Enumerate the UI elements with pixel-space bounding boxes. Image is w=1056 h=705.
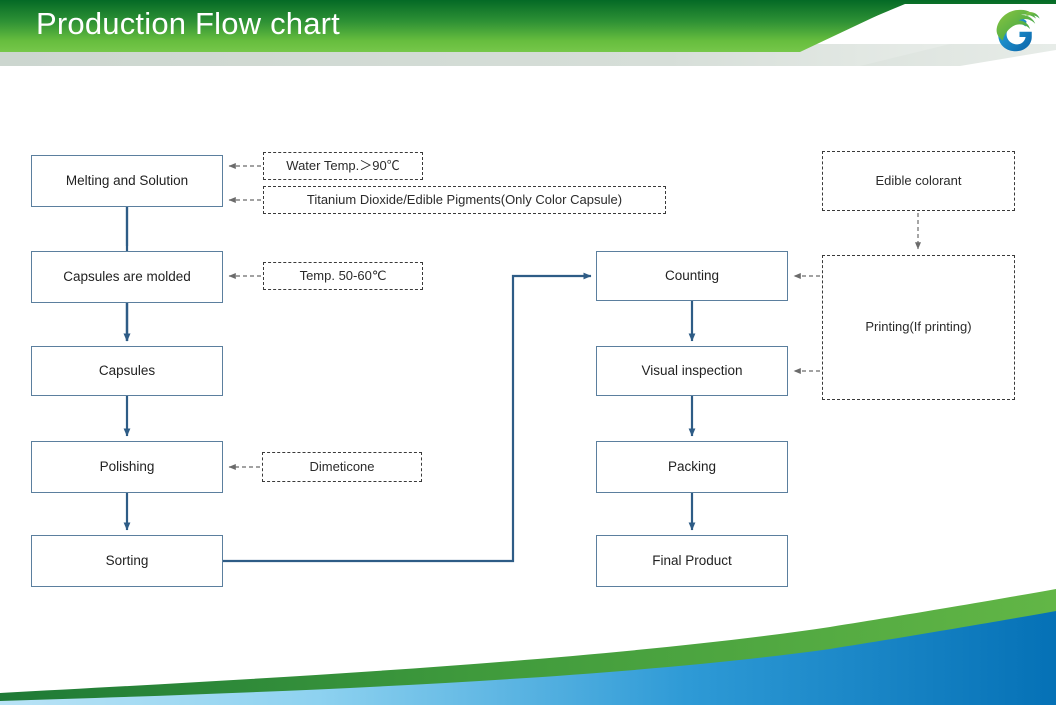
footer-wave-decoration [0, 589, 1056, 705]
annotation-label: Titanium Dioxide/Edible Pigments(Only Co… [306, 191, 623, 207]
header-banner: Production Flow chart [0, 0, 1056, 66]
process-node-visual-inspection[interactable]: Visual inspection [596, 346, 788, 396]
node-label: Melting and Solution [65, 172, 189, 188]
process-node-counting[interactable]: Counting [596, 251, 788, 301]
process-node-polishing[interactable]: Polishing [31, 441, 223, 493]
annotation-temp-50-60[interactable]: Temp. 50-60℃ [263, 262, 423, 290]
annotation-titanium-dioxide[interactable]: Titanium Dioxide/Edible Pigments(Only Co… [263, 186, 666, 214]
process-node-sorting[interactable]: Sorting [31, 535, 223, 587]
node-label: Capsules are molded [63, 268, 191, 284]
node-label: Capsules [98, 362, 156, 378]
process-node-capsules-are-molded[interactable]: Capsules are molded [31, 251, 223, 303]
node-label: Counting [664, 267, 720, 283]
annotation-dimeticone[interactable]: Dimeticone [262, 452, 422, 482]
node-label: Packing [667, 458, 717, 474]
node-label: Final Product [652, 552, 732, 568]
annotation-label: Dimeticone [309, 458, 375, 474]
page-title: Production Flow chart [36, 6, 340, 41]
node-label: Visual inspection [641, 362, 743, 378]
annotation-printing[interactable]: Printing(If printing) [822, 255, 1015, 400]
process-node-final-product[interactable]: Final Product [596, 535, 788, 587]
annotation-label: Printing(If printing) [865, 319, 972, 335]
annotation-label: Water Temp.＞90℃ [286, 157, 400, 173]
annotation-edible-colorant[interactable]: Edible colorant [822, 151, 1015, 211]
annotation-label: Temp. 50-60℃ [299, 267, 387, 283]
company-swirl-logo-icon [996, 9, 1040, 52]
annotation-label: Edible colorant [875, 172, 962, 188]
process-node-capsules[interactable]: Capsules [31, 346, 223, 396]
node-label: Sorting [105, 552, 149, 568]
node-label: Polishing [99, 458, 155, 474]
slide-canvas: Production Flow chart Melting and Soluti… [0, 0, 1056, 705]
process-node-melting[interactable]: Melting and Solution [31, 155, 223, 207]
process-node-packing[interactable]: Packing [596, 441, 788, 493]
header-band-shape [0, 0, 1056, 66]
annotation-water-temp[interactable]: Water Temp.＞90℃ [263, 152, 423, 180]
